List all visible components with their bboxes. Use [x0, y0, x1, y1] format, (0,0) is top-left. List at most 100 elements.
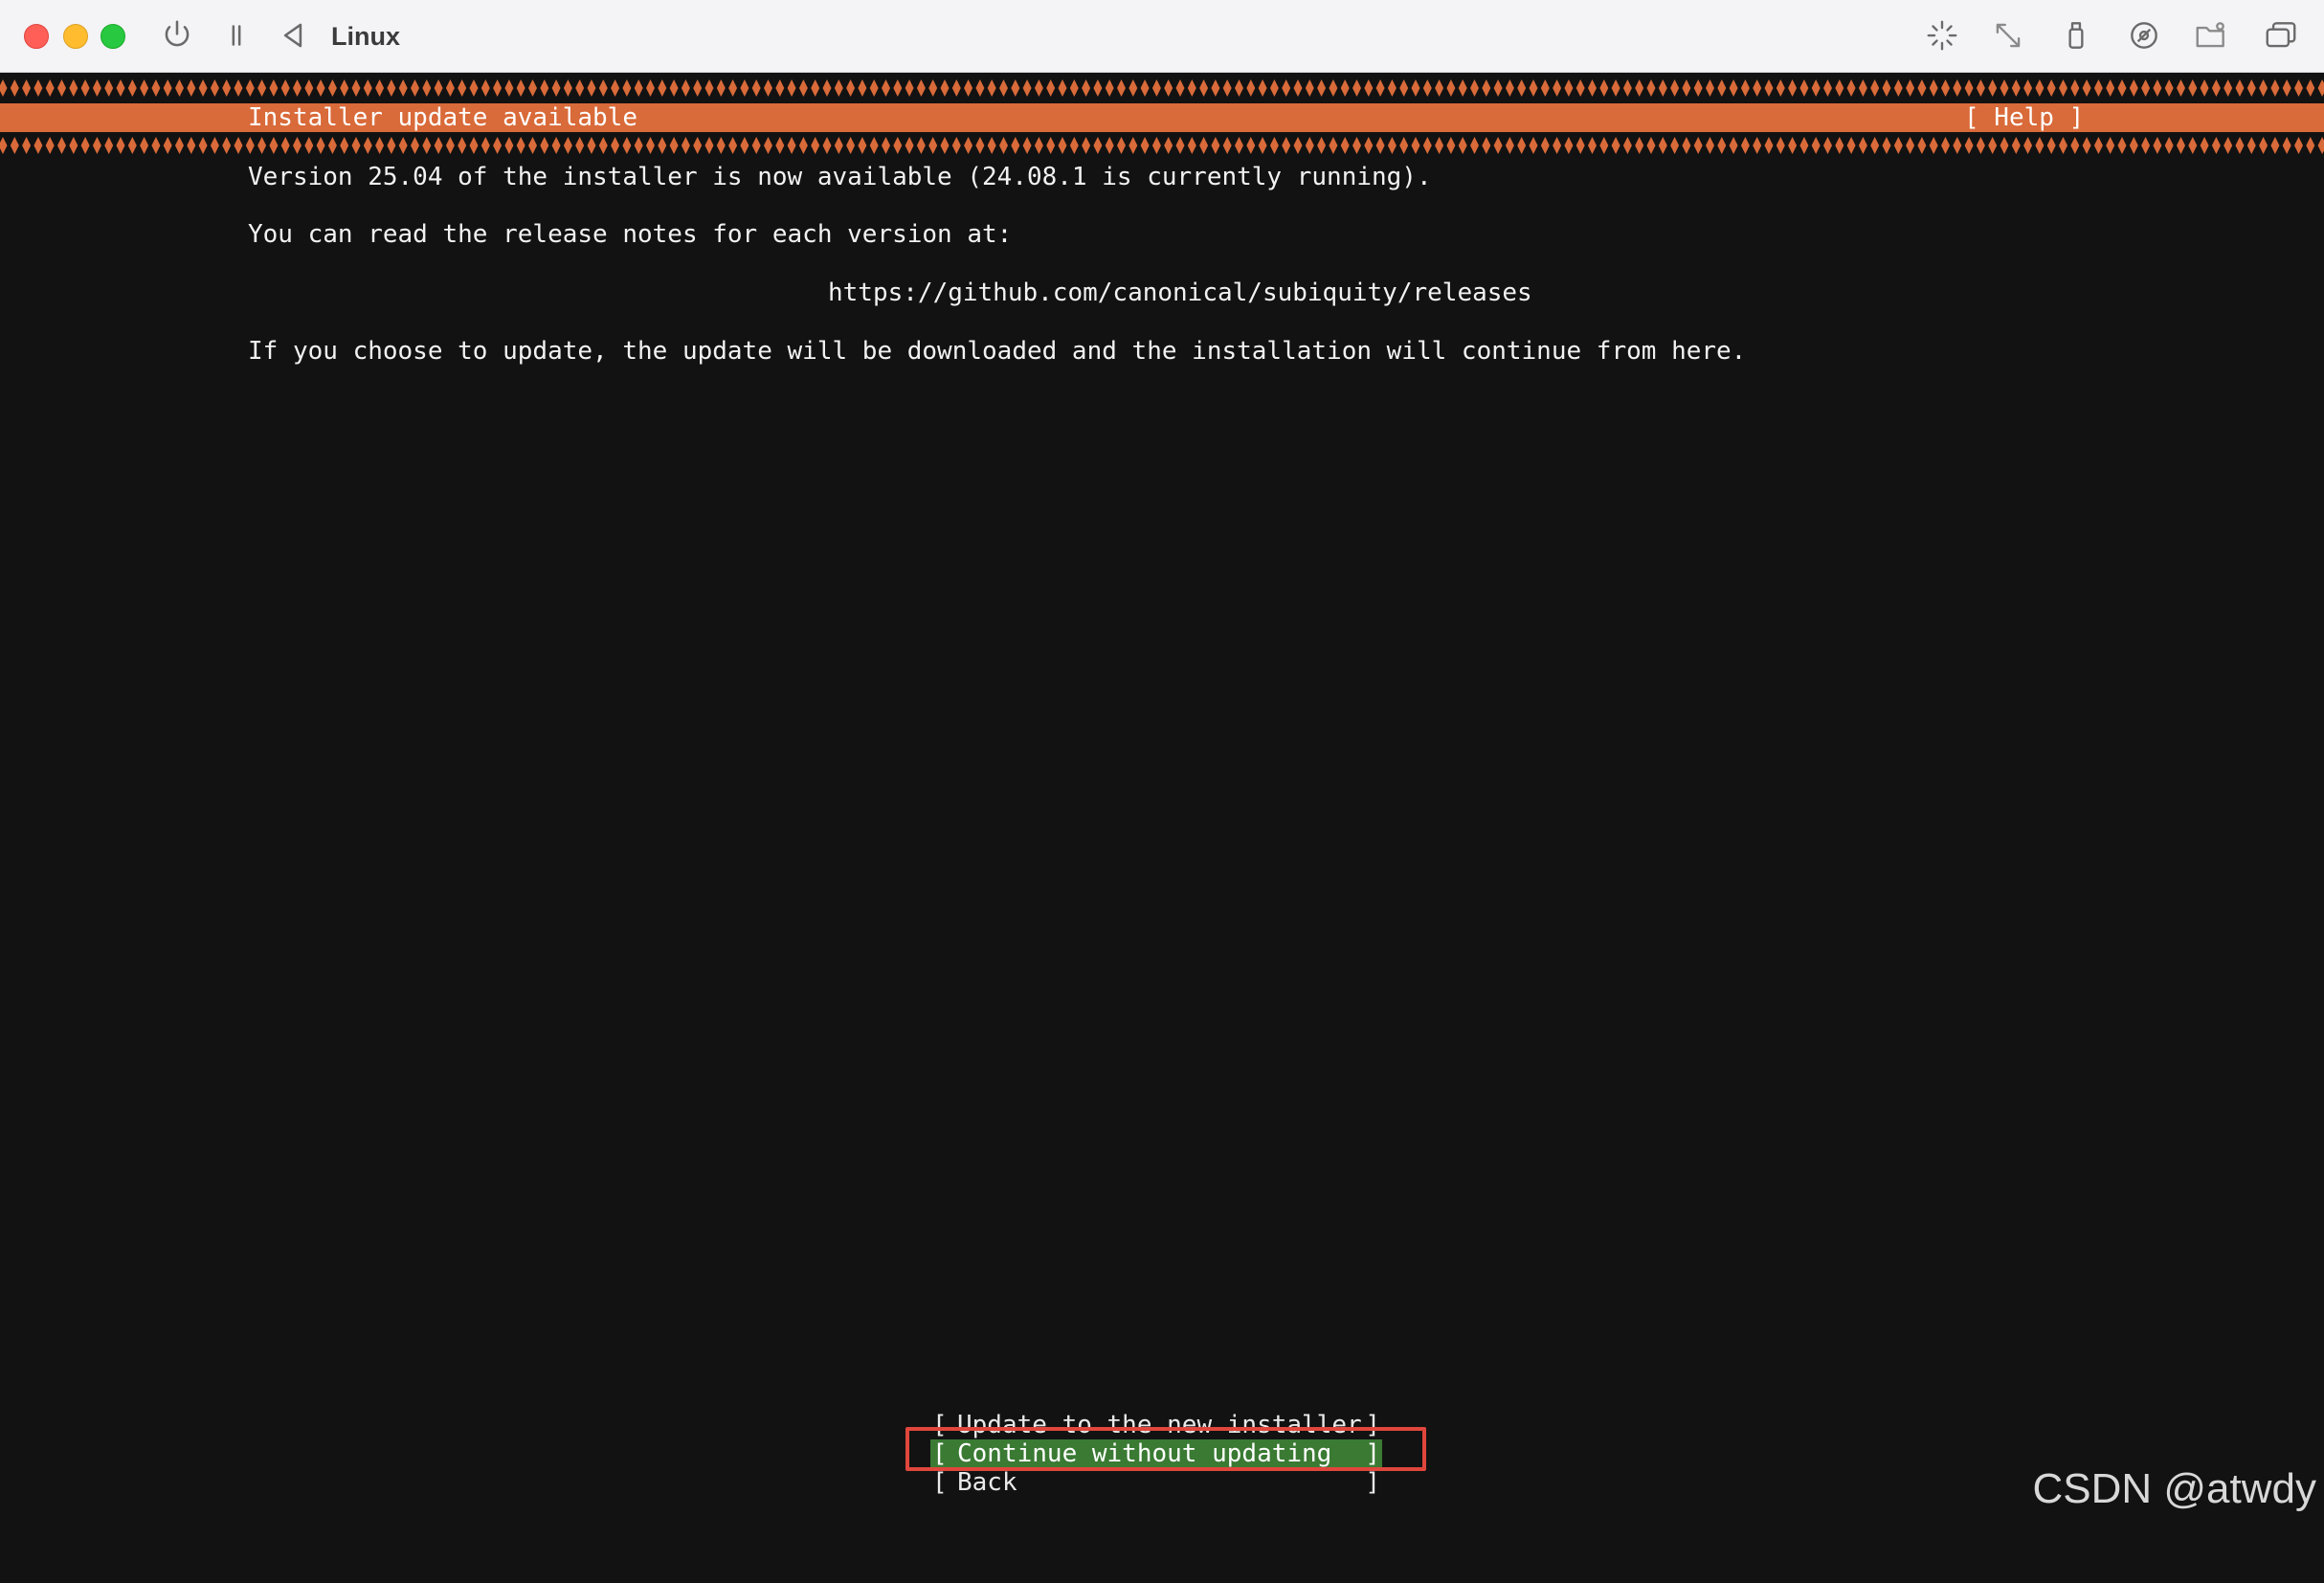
pattern-diamond	[987, 79, 996, 97]
pattern-diamond	[1128, 137, 1138, 154]
pattern-diamond	[363, 137, 372, 154]
pattern-diamond	[882, 79, 890, 97]
pattern-diamond	[658, 137, 667, 154]
pattern-diamond	[1823, 137, 1832, 154]
pattern-diamond	[387, 137, 396, 154]
pattern-diamond	[1199, 137, 1209, 154]
pattern-diamond	[1069, 137, 1079, 154]
pattern-diamond	[2211, 79, 2221, 97]
pattern-diamond	[1588, 79, 1597, 97]
pattern-diamond	[681, 79, 690, 97]
pattern-diamond	[846, 137, 856, 154]
pattern-diamond	[1211, 137, 1220, 154]
pattern-diamond	[1493, 137, 1503, 154]
pattern-diamond	[1517, 137, 1527, 154]
power-icon[interactable]	[159, 17, 195, 54]
pattern-diamond	[964, 137, 973, 154]
pattern-diamond	[2317, 79, 2324, 97]
pattern-diamond	[1740, 79, 1750, 97]
pattern-diamond	[269, 137, 279, 154]
disc-icon[interactable]	[2126, 17, 2162, 54]
pattern-diamond	[1411, 79, 1420, 97]
pattern-diamond	[175, 137, 184, 154]
pattern-diamond	[1575, 79, 1585, 97]
pattern-diamond	[2106, 137, 2115, 154]
pattern-diamond	[1717, 137, 1727, 154]
pattern-diamond	[257, 137, 267, 154]
pattern-diamond	[469, 137, 479, 154]
pattern-diamond	[2282, 137, 2291, 154]
pattern-diamond	[80, 137, 90, 154]
pattern-diamond	[634, 137, 643, 154]
pattern-diamond	[587, 137, 596, 154]
pattern-diamond	[1611, 79, 1620, 97]
pattern-diamond	[1753, 79, 1762, 97]
pattern-diamond	[811, 137, 820, 154]
pattern-diamond	[928, 137, 938, 154]
pattern-diamond	[2046, 137, 2056, 154]
pattern-diamond	[1117, 137, 1126, 154]
pattern-diamond	[1553, 79, 1562, 97]
pattern-diamond	[858, 79, 867, 97]
pattern-diamond	[92, 137, 101, 154]
pattern-diamond	[1082, 137, 1091, 154]
pattern-diamond	[893, 137, 903, 154]
minimize-window-button[interactable]	[63, 24, 88, 49]
shared-folder-icon[interactable]	[2193, 17, 2229, 54]
pattern-diamond	[1282, 137, 1291, 154]
pattern-diamond	[1151, 137, 1161, 154]
maximize-window-button[interactable]	[101, 24, 125, 49]
pattern-diamond	[398, 79, 408, 97]
pause-icon[interactable]	[218, 17, 255, 54]
pattern-diamond	[1446, 79, 1456, 97]
back-button[interactable]: [ Back ]	[932, 1468, 1380, 1497]
close-window-button[interactable]	[24, 24, 49, 49]
pattern-diamond	[1729, 137, 1738, 154]
pattern-diamond	[2000, 79, 2009, 97]
pattern-diamond	[1917, 79, 1927, 97]
help-button[interactable]: [ Help ]	[1964, 103, 2084, 132]
pattern-diamond	[151, 137, 161, 154]
pattern-diamond	[598, 79, 608, 97]
pattern-diamond	[387, 79, 396, 97]
pattern-diamond	[1282, 79, 1291, 97]
pattern-diamond	[1964, 137, 1974, 154]
pattern-diamond	[2270, 79, 2280, 97]
pattern-diamond	[2153, 137, 2162, 154]
pattern-diamond	[740, 137, 749, 154]
pattern-diamond	[882, 137, 890, 154]
cursor-capture-icon[interactable]	[1924, 17, 1960, 54]
pattern-diamond	[1611, 137, 1620, 154]
pattern-diamond	[458, 79, 467, 97]
pattern-diamond	[1435, 79, 1444, 97]
pattern-diamond	[327, 79, 337, 97]
pattern-diamond	[1988, 79, 1998, 97]
pattern-diamond	[634, 79, 643, 97]
usb-icon[interactable]	[2058, 17, 2094, 54]
pattern-diamond	[316, 137, 325, 154]
windows-icon[interactable]	[2263, 17, 2299, 54]
pattern-diamond	[1753, 137, 1762, 154]
pattern-diamond	[751, 137, 761, 154]
pattern-diamond	[2306, 137, 2315, 154]
pattern-diamond	[540, 79, 549, 97]
pattern-diamond	[987, 137, 996, 154]
pattern-diamond	[551, 79, 561, 97]
pattern-diamond	[551, 137, 561, 154]
pattern-diamond	[1329, 137, 1338, 154]
pattern-diamond	[434, 137, 443, 154]
pattern-diamond	[1235, 137, 1243, 154]
pattern-diamond	[1187, 137, 1196, 154]
pattern-diamond	[1293, 137, 1303, 154]
pattern-diamond	[611, 137, 620, 154]
pattern-diamond	[1835, 137, 1844, 154]
pattern-diamond	[964, 79, 973, 97]
pattern-diamond	[2059, 137, 2067, 154]
pattern-diamond	[669, 79, 679, 97]
pattern-diamond	[504, 79, 514, 97]
pattern-diamond	[1140, 79, 1150, 97]
pattern-diamond	[2082, 137, 2091, 154]
pattern-diamond	[1729, 79, 1738, 97]
back-icon[interactable]	[275, 17, 311, 54]
resize-icon[interactable]	[1990, 17, 2026, 54]
